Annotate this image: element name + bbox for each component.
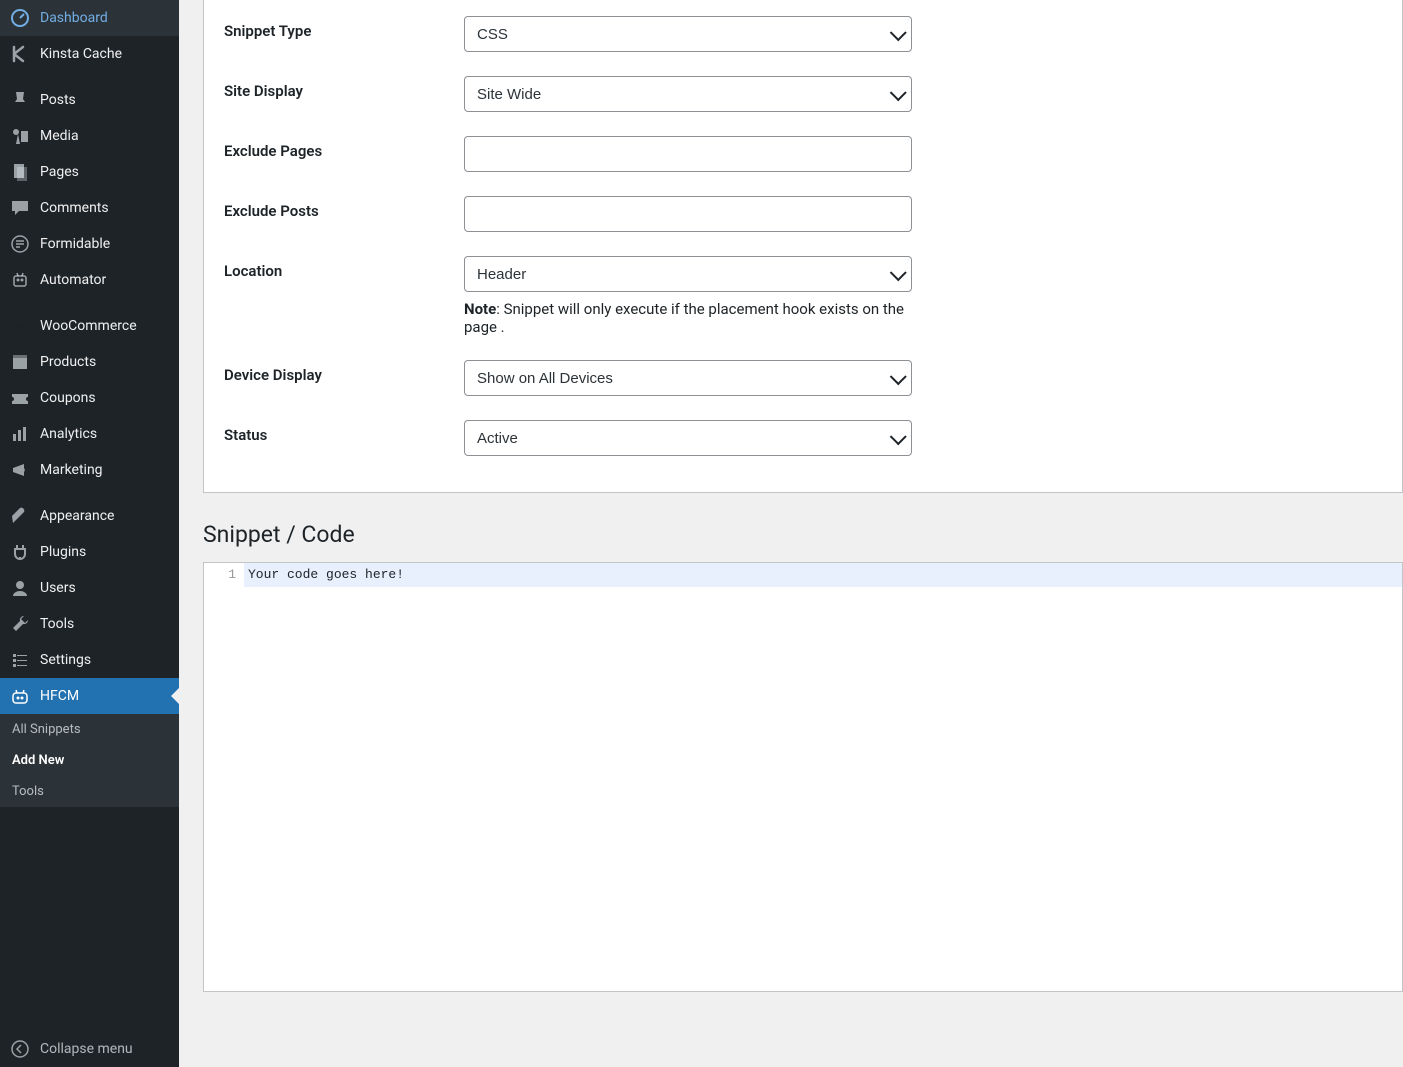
sidebar-submenu: All Snippets Add New Tools <box>0 714 179 807</box>
media-icon <box>10 126 30 146</box>
sidebar-item-label: Kinsta Cache <box>40 46 122 62</box>
plugins-icon <box>10 542 30 562</box>
pages-icon <box>10 162 30 182</box>
device-display-select[interactable]: Show on All Devices <box>464 360 912 396</box>
users-icon <box>10 578 30 598</box>
sidebar-item-label: Users <box>40 580 76 596</box>
sidebar-item-label: Automator <box>40 272 106 288</box>
dashboard-icon <box>10 8 30 28</box>
location-label: Location <box>204 256 464 280</box>
sidebar-item-formidable[interactable]: Formidable <box>0 226 179 262</box>
sidebar-item-label: HFCM <box>40 688 79 704</box>
site-display-select[interactable]: Site Wide <box>464 76 912 112</box>
exclude-pages-label: Exclude Pages <box>204 136 464 160</box>
sidebar-item-kinsta-cache[interactable]: Kinsta Cache <box>0 36 179 72</box>
sidebar-item-label: Analytics <box>40 426 97 442</box>
sidebar-item-dashboard[interactable]: Dashboard <box>0 0 179 36</box>
sidebar-item-coupons[interactable]: Coupons <box>0 380 179 416</box>
settings-icon <box>10 650 30 670</box>
sidebar-item-label: Posts <box>40 92 76 108</box>
sidebar-item-label: Tools <box>40 616 74 632</box>
exclude-posts-input[interactable] <box>464 196 912 232</box>
sidebar-item-label: Comments <box>40 200 109 216</box>
sidebar-item-analytics[interactable]: Analytics <box>0 416 179 452</box>
sidebar-item-appearance[interactable]: Appearance <box>0 498 179 534</box>
sidebar-item-label: Marketing <box>40 462 103 478</box>
code-editor[interactable]: 1 Your code goes here! <box>203 562 1403 992</box>
formidable-icon <box>10 234 30 254</box>
sidebar-item-automator[interactable]: Automator <box>0 262 179 298</box>
snippet-settings-panel: Snippet Type CSS Site Display Site Wide <box>203 0 1403 493</box>
sidebar-item-plugins[interactable]: Plugins <box>0 534 179 570</box>
sidebar-item-label: Formidable <box>40 236 110 252</box>
snippet-type-label: Snippet Type <box>204 16 464 40</box>
comment-icon <box>10 198 30 218</box>
device-display-label: Device Display <box>204 360 464 384</box>
woocommerce-icon: Woo <box>10 316 30 336</box>
submenu-tools[interactable]: Tools <box>0 776 179 807</box>
sidebar-item-settings[interactable]: Settings <box>0 642 179 678</box>
sidebar-item-label: Dashboard <box>40 10 108 26</box>
exclude-pages-input[interactable] <box>464 136 912 172</box>
sidebar-item-pages[interactable]: Pages <box>0 154 179 190</box>
location-select[interactable]: Header <box>464 256 912 292</box>
sidebar-item-label: Products <box>40 354 96 370</box>
sidebar-item-products[interactable]: Products <box>0 344 179 380</box>
collapse-label: Collapse menu <box>40 1041 133 1057</box>
tools-icon <box>10 614 30 634</box>
sidebar-item-comments[interactable]: Comments <box>0 190 179 226</box>
exclude-posts-label: Exclude Posts <box>204 196 464 220</box>
hfcm-icon <box>10 686 30 706</box>
sidebar-item-label: Media <box>40 128 79 144</box>
admin-sidebar: Dashboard Kinsta Cache Posts Media Pages… <box>0 0 179 1067</box>
kinsta-icon <box>10 44 30 64</box>
products-icon <box>10 352 30 372</box>
sidebar-item-label: Pages <box>40 164 79 180</box>
sidebar-item-posts[interactable]: Posts <box>0 82 179 118</box>
location-note: Note: Snippet will only execute if the p… <box>464 300 912 336</box>
sidebar-item-label: WooCommerce <box>40 318 137 334</box>
submenu-all-snippets[interactable]: All Snippets <box>0 714 179 745</box>
line-number: 1 <box>204 563 244 587</box>
site-display-label: Site Display <box>204 76 464 100</box>
sidebar-item-label: Appearance <box>40 508 114 524</box>
automator-icon <box>10 270 30 290</box>
sidebar-item-hfcm[interactable]: HFCM <box>0 678 179 714</box>
sidebar-item-label: Settings <box>40 652 91 668</box>
code-heading: Snippet / Code <box>203 521 1403 548</box>
pin-icon <box>10 90 30 110</box>
sidebar-item-tools[interactable]: Tools <box>0 606 179 642</box>
appearance-icon <box>10 506 30 526</box>
status-select[interactable]: Active <box>464 420 912 456</box>
analytics-icon <box>10 424 30 444</box>
collapse-menu-button[interactable]: Collapse menu <box>0 1031 179 1067</box>
submenu-add-new[interactable]: Add New <box>0 745 179 776</box>
sidebar-item-woocommerce[interactable]: Woo WooCommerce <box>0 308 179 344</box>
sidebar-item-label: Plugins <box>40 544 86 560</box>
code-placeholder: Your code goes here! <box>244 563 1402 587</box>
sidebar-item-marketing[interactable]: Marketing <box>0 452 179 488</box>
snippet-type-select[interactable]: CSS <box>464 16 912 52</box>
sidebar-item-label: Coupons <box>40 390 96 406</box>
main-content: Snippet Type CSS Site Display Site Wide <box>179 0 1403 1067</box>
status-label: Status <box>204 420 464 444</box>
marketing-icon <box>10 460 30 480</box>
collapse-icon <box>10 1039 30 1059</box>
sidebar-item-users[interactable]: Users <box>0 570 179 606</box>
coupons-icon <box>10 388 30 408</box>
sidebar-item-media[interactable]: Media <box>0 118 179 154</box>
